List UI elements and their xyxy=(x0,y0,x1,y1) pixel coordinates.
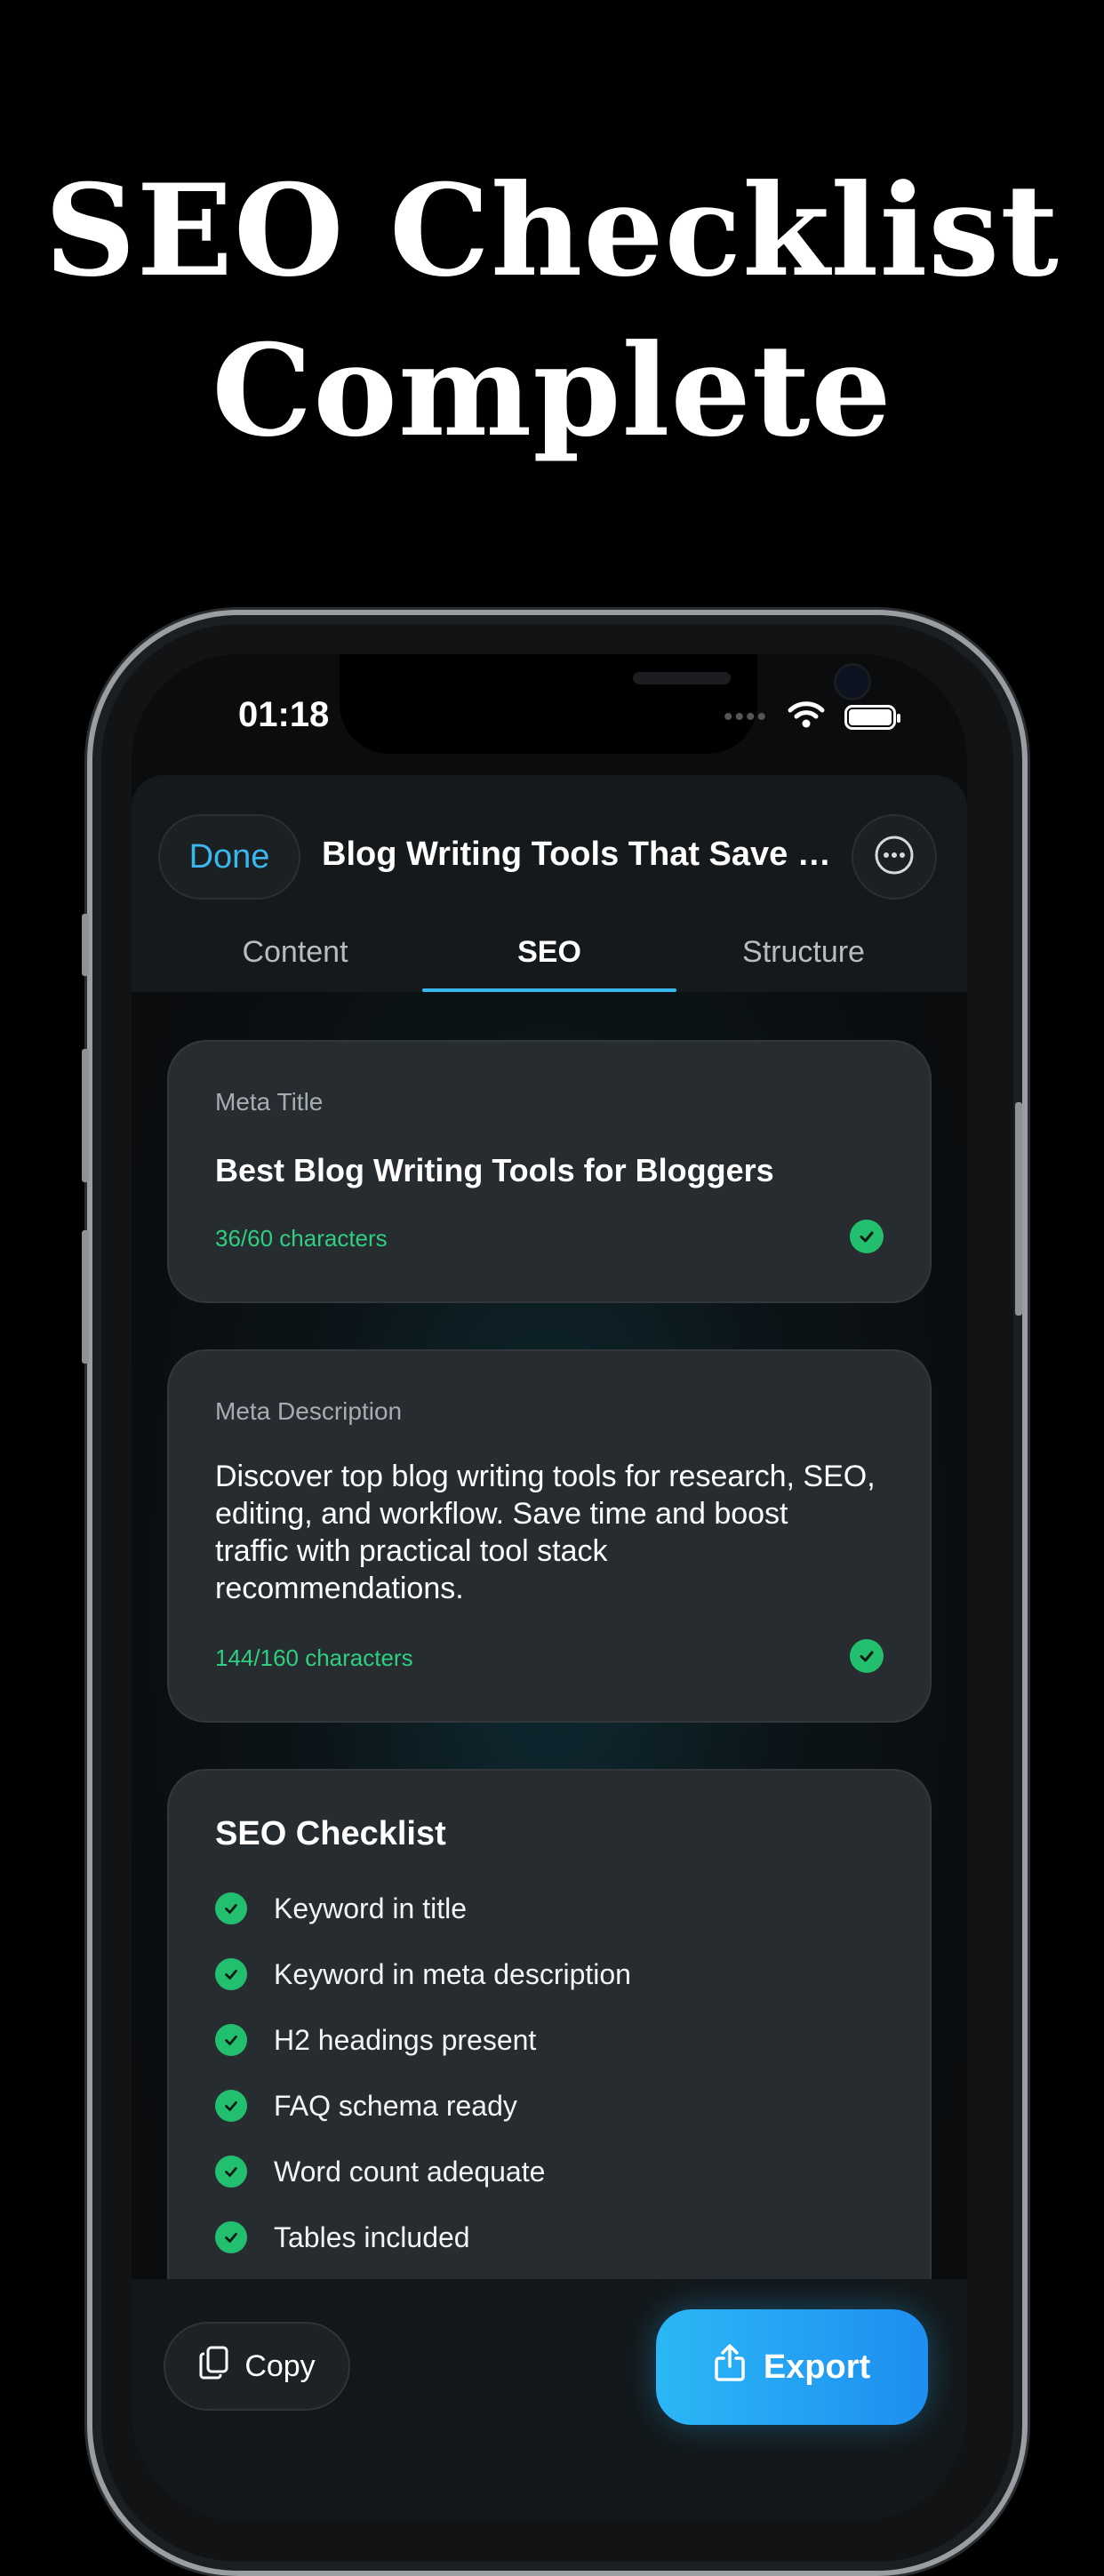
meta-description-card[interactable]: Meta Description Discover top blog writi… xyxy=(167,1349,932,1723)
meta-description-line: Discover top blog writing tools for rese… xyxy=(215,1460,876,1493)
document-title: Blog Writing Tools That Save T... xyxy=(322,836,837,873)
speaker-grille xyxy=(633,672,731,684)
volume-up-button xyxy=(82,1049,89,1182)
checkmark-circle-icon xyxy=(850,1639,884,1673)
checkmark-circle-icon xyxy=(850,1220,884,1253)
checklist-item: Word count adequate xyxy=(215,2139,631,2204)
meta-description-line: recommendations. xyxy=(215,1572,464,1605)
status-time: 01:18 xyxy=(238,695,330,734)
checklist-item-label: Keyword in meta description xyxy=(274,1957,631,1990)
checkmark-circle-icon xyxy=(215,1958,247,1990)
checklist-item-label: H2 headings present xyxy=(274,2023,537,2056)
power-button xyxy=(1015,1102,1022,1316)
copy-button-label: Copy xyxy=(244,2348,316,2383)
checklist-item: FAQ schema ready xyxy=(215,2073,631,2139)
checkmark-circle-icon xyxy=(215,2156,247,2188)
checklist-item-label: Tables included xyxy=(274,2220,470,2253)
meta-description-char-count: 144/160 characters xyxy=(215,1644,413,1671)
export-button[interactable]: Export xyxy=(656,2309,928,2425)
checkmark-circle-icon xyxy=(215,2024,247,2056)
mute-switch xyxy=(82,914,89,976)
checkmark-circle-icon xyxy=(215,2090,247,2122)
headline-line-2: Complete xyxy=(212,317,892,465)
headline: SEO Checklist Complete xyxy=(0,151,1104,471)
checklist-item: Keyword in meta description xyxy=(215,1941,631,2007)
notch xyxy=(340,654,871,754)
volume-down-button xyxy=(82,1230,89,1364)
checkmark-circle-icon xyxy=(215,1892,247,1924)
meta-title-card[interactable]: Meta Title Best Blog Writing Tools for B… xyxy=(167,1040,932,1303)
tab-seo[interactable]: SEO xyxy=(422,926,676,992)
checklist-item-label: Word count adequate xyxy=(274,2155,546,2188)
meta-description-value: Discover top blog writing tools for rese… xyxy=(215,1458,876,1607)
ellipsis-circle-icon xyxy=(873,834,916,881)
meta-description-line: editing, and workflow. Save time and boo… xyxy=(215,1497,788,1531)
checklist-item-label: FAQ schema ready xyxy=(274,2089,517,2122)
seo-checklist-card: SEO Checklist Keyword in title Keyword i… xyxy=(167,1769,932,2338)
checklist-item: Keyword in title xyxy=(215,1876,631,1941)
export-button-label: Export xyxy=(763,2348,871,2386)
meta-title-value: Best Blog Writing Tools for Bloggers xyxy=(215,1152,774,1188)
meta-description-line: traffic with practical tool stack xyxy=(215,1534,608,1568)
copy-icon xyxy=(198,2345,230,2388)
battery-icon xyxy=(844,704,900,730)
checklist-item-label: Keyword in title xyxy=(274,1892,467,1924)
app-header: Done Blog Writing Tools That Save T... C… xyxy=(132,775,967,992)
meta-title-label: Meta Title xyxy=(215,1088,324,1116)
copy-button[interactable]: Copy xyxy=(164,2322,350,2411)
tab-bar: Content SEO Structure xyxy=(132,926,967,992)
front-camera xyxy=(834,663,871,700)
headline-line-1: SEO Checklist xyxy=(44,157,1060,305)
checklist-item: H2 headings present xyxy=(215,2007,631,2073)
meta-title-char-count: 36/60 characters xyxy=(215,1225,388,1252)
checklist-item: Tables included xyxy=(215,2204,631,2270)
bottom-action-bar: Copy Export xyxy=(132,2279,967,2521)
phone-screen: 01:18 •••• Done Blog Writing Tools That … xyxy=(132,654,967,2521)
cellular-signal-icon: •••• xyxy=(723,701,768,732)
share-icon xyxy=(714,2343,746,2391)
tab-content[interactable]: Content xyxy=(168,926,422,992)
done-button[interactable]: Done xyxy=(158,814,300,900)
tab-structure[interactable]: Structure xyxy=(676,926,931,992)
wifi-icon xyxy=(788,700,825,733)
seo-checklist-title: SEO Checklist xyxy=(215,1815,446,1852)
seo-checklist: Keyword in title Keyword in meta descrip… xyxy=(215,1876,631,2270)
more-options-button[interactable] xyxy=(852,814,937,900)
checkmark-circle-icon xyxy=(215,2221,247,2253)
status-indicators: •••• xyxy=(723,700,900,733)
meta-description-label: Meta Description xyxy=(215,1397,403,1425)
